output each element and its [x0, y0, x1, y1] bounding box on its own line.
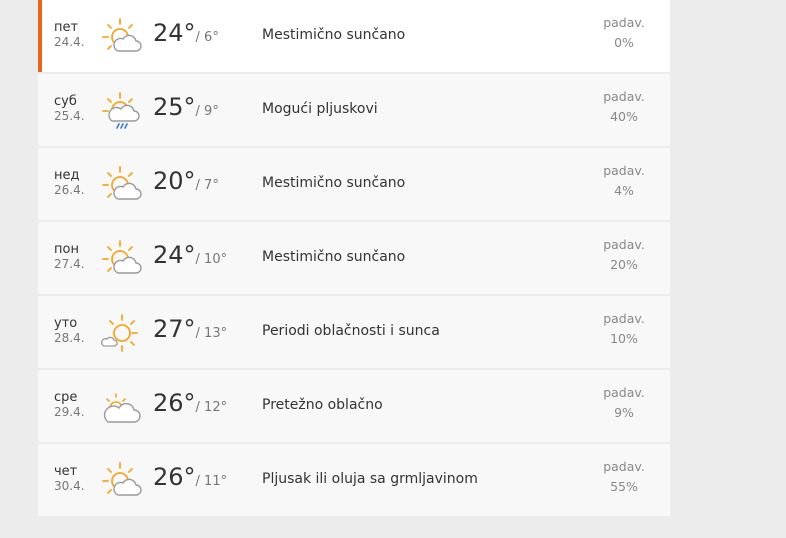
precip-value: 20% — [610, 257, 638, 272]
temp-high: 26° — [153, 389, 196, 417]
precip-label: padav. — [603, 311, 645, 326]
weather-description: Pretežno oblačno — [262, 397, 383, 413]
day-date: 25.4. — [54, 109, 85, 123]
day-date: 27.4. — [54, 257, 85, 271]
temp-high: 25° — [153, 93, 196, 121]
day-date: 28.4. — [54, 331, 85, 345]
precip-label: padav. — [603, 15, 645, 30]
temp-low: / 6° — [195, 30, 219, 45]
temp-low: / 10° — [195, 252, 228, 267]
selected-indicator — [38, 0, 42, 72]
cloud-sun-icon — [103, 393, 141, 423]
forecast-list: пет 24.4. 24°/ 6° Mestimično sunčano pad… — [38, 0, 670, 516]
precip-value: 9% — [614, 405, 634, 420]
precip-label: padav. — [603, 385, 645, 400]
precip-value: 10% — [610, 331, 638, 346]
temperature: 26°/ 11° — [153, 462, 227, 497]
temp-high: 20° — [153, 167, 196, 195]
forecast-row[interactable]: сре 29.4. 26°/ 12° Pretežno oblačno pada… — [38, 370, 670, 444]
temp-high: 27° — [153, 315, 196, 343]
forecast-row[interactable]: пон 27.4. 24°/ 10° Mestimično sunčano pa… — [38, 222, 670, 296]
sun-cloud-icon — [102, 18, 142, 52]
temperature: 24°/ 6° — [153, 18, 219, 53]
temperature: 20°/ 7° — [153, 166, 219, 201]
weather-description: Periodi oblačnosti i sunca — [262, 323, 440, 339]
sun-small-cloud-icon — [101, 314, 138, 352]
temperature: 27°/ 13° — [153, 314, 227, 349]
day-date: 26.4. — [54, 183, 85, 197]
day-date: 30.4. — [54, 479, 85, 493]
day-name: суб — [54, 94, 77, 109]
precip-value: 0% — [614, 35, 634, 50]
weather-description: Pljusak ili oluja sa grmljavinom — [262, 471, 478, 487]
forecast-row[interactable]: чет 30.4. 26°/ 11° Pljusak ili oluja sa … — [38, 444, 670, 516]
day-name: пет — [54, 20, 79, 35]
precip-value: 40% — [610, 109, 638, 124]
day-name: нед — [54, 168, 80, 183]
day-name: пон — [54, 242, 79, 257]
forecast-row[interactable]: уто 28.4. 27°/ 13° Periodi oblačnosti i … — [38, 296, 670, 370]
weather-description: Mestimično sunčano — [262, 249, 406, 265]
day-date: 24.4. — [54, 35, 85, 49]
precip-label: padav. — [603, 89, 645, 104]
precip-label: padav. — [603, 237, 645, 252]
temp-low: / 12° — [195, 400, 228, 415]
day-name: чет — [54, 464, 78, 479]
day-name: сре — [54, 390, 78, 405]
temperature: 24°/ 10° — [153, 240, 227, 275]
precip-label: padav. — [603, 163, 645, 178]
sun-cloud-icon — [102, 166, 142, 200]
day-name: уто — [54, 316, 78, 331]
forecast-row[interactable]: пет 24.4. 24°/ 6° Mestimično sunčano pad… — [38, 0, 670, 74]
temp-high: 24° — [153, 19, 196, 47]
temp-low: / 11° — [195, 474, 228, 489]
weather-description: Mogući pljuskovi — [262, 101, 378, 117]
weather-description: Mestimično sunčano — [262, 175, 406, 191]
day-date: 29.4. — [54, 405, 85, 419]
temp-low: / 7° — [195, 178, 219, 193]
sun-cloud-storm-icon — [102, 462, 142, 496]
temp-low: / 13° — [195, 326, 228, 341]
precip-label: padav. — [603, 459, 645, 474]
precip-value: 4% — [614, 183, 634, 198]
temp-low: / 9° — [195, 104, 219, 119]
precip-value: 55% — [610, 479, 638, 494]
temperature: 26°/ 12° — [153, 388, 227, 423]
temp-high: 24° — [153, 241, 196, 269]
forecast-row[interactable]: суб 25.4. 25°/ 9° Mogući pljuskovi padav… — [38, 74, 670, 148]
forecast-row[interactable]: нед 26.4. 20°/ 7° Mestimično sunčano pad… — [38, 148, 670, 222]
temperature: 25°/ 9° — [153, 92, 219, 127]
sun-cloud-rain-icon — [102, 92, 140, 129]
weather-description: Mestimično sunčano — [262, 27, 406, 43]
temp-high: 26° — [153, 463, 196, 491]
sun-cloud-icon — [102, 240, 142, 274]
